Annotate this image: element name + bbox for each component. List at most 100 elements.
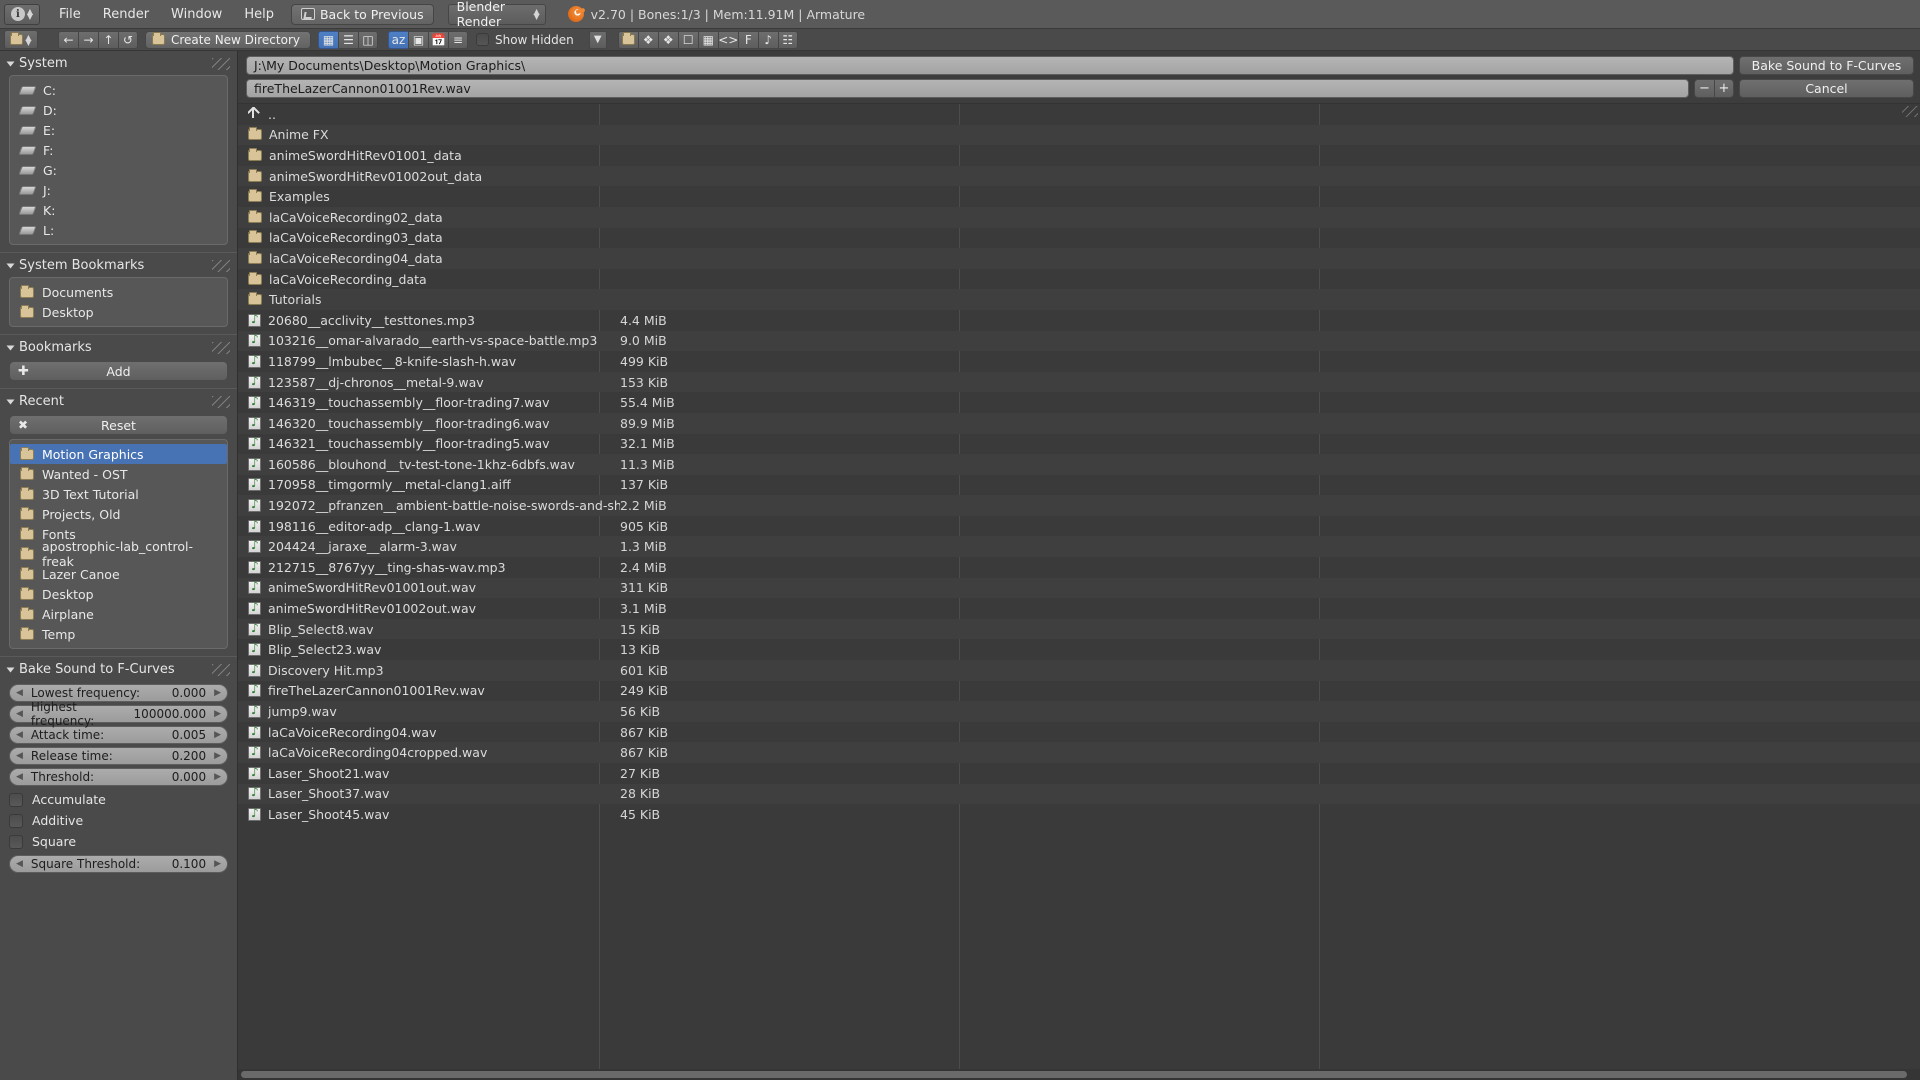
file-list-row[interactable]: 103216__omar-alvarado__earth-vs-space-ba… — [238, 330, 1920, 352]
reset-recent-button[interactable]: ✖ Reset — [9, 415, 228, 435]
increment-arrow-icon[interactable]: ▶ — [214, 751, 221, 761]
sort-alphabetical-icon[interactable]: az — [387, 30, 408, 49]
recent-folder-item[interactable]: Desktop — [10, 584, 227, 604]
panel-header-system-bookmarks[interactable]: System Bookmarks — [0, 253, 237, 277]
file-list-row[interactable]: Anime FX — [238, 124, 1920, 146]
editor-type-selector-filebrowser[interactable]: ▲ ▼ — [4, 30, 38, 49]
file-list-row[interactable]: fireTheLazerCannon01001Rev.wav 249 KiB — [238, 681, 1920, 702]
display-short-list-icon[interactable]: ◫ — [357, 30, 378, 49]
system-bookmark-item[interactable]: Desktop — [10, 302, 227, 322]
drive-item[interactable]: E: — [10, 120, 227, 140]
increment-arrow-icon[interactable]: ▶ — [214, 859, 221, 869]
file-list-row[interactable]: laCaVoiceRecording02_data — [238, 206, 1920, 228]
menu-help[interactable]: Help — [233, 4, 285, 25]
drive-item[interactable]: F: — [10, 140, 227, 160]
panel-header-bake[interactable]: Bake Sound to F-Curves — [0, 657, 237, 681]
file-list-area[interactable]: .. Anime FX animeSwordHitRev01001_data anim… — [238, 103, 1920, 1069]
drive-item[interactable]: K: — [10, 200, 227, 220]
checkbox-icon[interactable] — [9, 834, 23, 849]
bake-checkbox-row[interactable]: Additive — [0, 810, 237, 831]
file-list-row[interactable]: 204424__jaraxe__alarm-3.wav 1.3 MiB — [238, 536, 1920, 558]
file-list-row[interactable]: 146320__touchassembly__floor-trading6.wa… — [238, 412, 1920, 434]
file-list-row[interactable]: 146319__touchassembly__floor-trading7.wa… — [238, 392, 1920, 413]
file-list-row[interactable]: Discovery Hit.mp3 601 KiB — [238, 660, 1920, 681]
filter-script-files-icon[interactable]: <> — [717, 30, 738, 49]
recent-folder-item[interactable]: 3D Text Tutorial — [10, 484, 227, 504]
file-list-row[interactable]: 123587__dj-chronos__metal-9.wav 153 KiB — [238, 371, 1920, 393]
increment-filename-button[interactable]: + — [1714, 79, 1734, 98]
square-threshold-field[interactable]: ◀ Square Threshold: 0.100 ▶ — [9, 855, 228, 873]
file-list-row[interactable]: 198116__editor-adp__clang-1.wav 905 KiB — [238, 516, 1920, 537]
panel-header-recent[interactable]: Recent — [0, 389, 237, 413]
panel-header-bookmarks[interactable]: Bookmarks — [0, 335, 237, 359]
file-list-row[interactable]: animeSwordHitRev01001out.wav 311 KiB — [238, 577, 1920, 599]
recent-folder-item[interactable]: apostrophic-lab_control-freak — [10, 539, 227, 569]
file-list-row[interactable]: Tutorials — [238, 289, 1920, 310]
forward-button[interactable]: → — [78, 30, 98, 49]
file-list-row[interactable]: Laser_Shoot21.wav 27 KiB — [238, 763, 1920, 784]
horizontal-scrollbar[interactable] — [238, 1069, 1920, 1080]
bake-number-field[interactable]: ◀ Release time: 0.200 ▶ — [9, 747, 228, 765]
decrement-arrow-icon[interactable]: ◀ — [16, 688, 23, 698]
scrollbar-thumb[interactable] — [241, 1071, 1907, 1078]
bake-number-field[interactable]: ◀ Highest frequency: 100000.000 ▶ — [9, 700, 228, 728]
show-hidden-toggle[interactable]: Show Hidden — [475, 33, 574, 47]
filter-blend-backup-icon[interactable]: ❖ — [657, 30, 678, 49]
file-list-row[interactable]: 192072__pfranzen__ambient-battle-noise-s… — [238, 495, 1920, 516]
file-list-row[interactable]: Laser_Shoot37.wav 28 KiB — [238, 783, 1920, 805]
system-bookmark-item[interactable]: Documents — [10, 282, 227, 302]
show-hidden-checkbox[interactable] — [475, 33, 489, 46]
file-list-row[interactable]: Blip_Select8.wav 15 KiB — [238, 618, 1920, 640]
editor-type-selector[interactable]: i ▲ ▼ — [4, 3, 40, 25]
file-list-row[interactable]: Examples — [238, 186, 1920, 207]
file-list-row[interactable]: .. — [238, 104, 1920, 125]
file-list-row[interactable]: 146321__touchassembly__floor-trading5.wa… — [238, 434, 1920, 455]
filter-folders-icon[interactable] — [617, 30, 638, 49]
display-list-icon[interactable]: ☰ — [337, 30, 358, 49]
file-list-row[interactable]: 20680__acclivity__testtones.mp3 4.4 MiB — [238, 310, 1920, 331]
decrement-arrow-icon[interactable]: ◀ — [16, 772, 23, 782]
cancel-button[interactable]: Cancel — [1739, 79, 1914, 98]
panel-header-system[interactable]: System — [0, 51, 237, 75]
recent-folder-item[interactable]: Motion Graphics — [10, 444, 227, 464]
back-to-previous-button[interactable]: Back to Previous — [290, 3, 434, 25]
recent-folder-item[interactable]: Projects, Old — [10, 504, 227, 524]
drive-item[interactable]: G: — [10, 160, 227, 180]
recent-folder-item[interactable]: Airplane — [10, 604, 227, 624]
checkbox-icon[interactable] — [9, 813, 23, 828]
bake-number-field[interactable]: ◀ Attack time: 0.005 ▶ — [9, 726, 228, 744]
filename-input[interactable]: fireTheLazerCannon01001Rev.wav — [246, 79, 1689, 98]
file-list-row[interactable]: animeSwordHitRev01002out.wav 3.1 MiB — [238, 598, 1920, 619]
filter-movie-files-icon[interactable]: ▦ — [697, 30, 718, 49]
display-thumbnails-icon[interactable]: ▦ — [317, 30, 338, 49]
decrement-arrow-icon[interactable]: ◀ — [16, 730, 23, 740]
file-list-row[interactable]: laCaVoiceRecording04_data — [238, 248, 1920, 269]
recent-folder-item[interactable]: Temp — [10, 624, 227, 644]
back-button[interactable]: ← — [58, 30, 78, 49]
bake-checkbox-row[interactable]: Accumulate — [0, 789, 237, 810]
parent-directory-button[interactable]: ↑ — [98, 30, 118, 49]
file-list-row[interactable]: laCaVoiceRecording04.wav 867 KiB — [238, 722, 1920, 743]
create-new-directory-button[interactable]: Create New Directory — [145, 30, 311, 49]
filter-files-icon[interactable]: ▼ — [588, 30, 607, 49]
file-list-row[interactable]: Blip_Select23.wav 13 KiB — [238, 639, 1920, 660]
add-bookmark-button[interactable]: ✚ Add — [9, 361, 228, 381]
filter-image-files-icon[interactable]: ☐ — [677, 30, 698, 49]
drive-item[interactable]: C: — [10, 80, 227, 100]
increment-arrow-icon[interactable]: ▶ — [214, 730, 221, 740]
file-list-row[interactable]: 212715__8767yy__ting-shas-wav.mp3 2.4 MiB — [238, 557, 1920, 578]
file-list-row[interactable]: Laser_Shoot45.wav 45 KiB — [238, 804, 1920, 825]
file-list-row[interactable]: laCaVoiceRecording04cropped.wav 867 KiB — [238, 742, 1920, 763]
increment-arrow-icon[interactable]: ▶ — [214, 772, 221, 782]
recent-folder-item[interactable]: Wanted - OST — [10, 464, 227, 484]
refresh-button[interactable]: ↺ — [118, 30, 138, 49]
filter-font-files-icon[interactable]: F — [737, 30, 758, 49]
sort-extension-icon[interactable]: ▣ — [407, 30, 428, 49]
menu-file[interactable]: File — [48, 4, 92, 25]
drive-item[interactable]: L: — [10, 220, 227, 240]
directory-path-input[interactable]: J:\My Documents\Desktop\Motion Graphics\ — [246, 55, 1734, 75]
drive-item[interactable]: D: — [10, 100, 227, 120]
increment-arrow-icon[interactable]: ▶ — [214, 688, 221, 698]
bake-number-field[interactable]: ◀ Threshold: 0.000 ▶ — [9, 768, 228, 786]
decrement-arrow-icon[interactable]: ◀ — [16, 709, 23, 719]
